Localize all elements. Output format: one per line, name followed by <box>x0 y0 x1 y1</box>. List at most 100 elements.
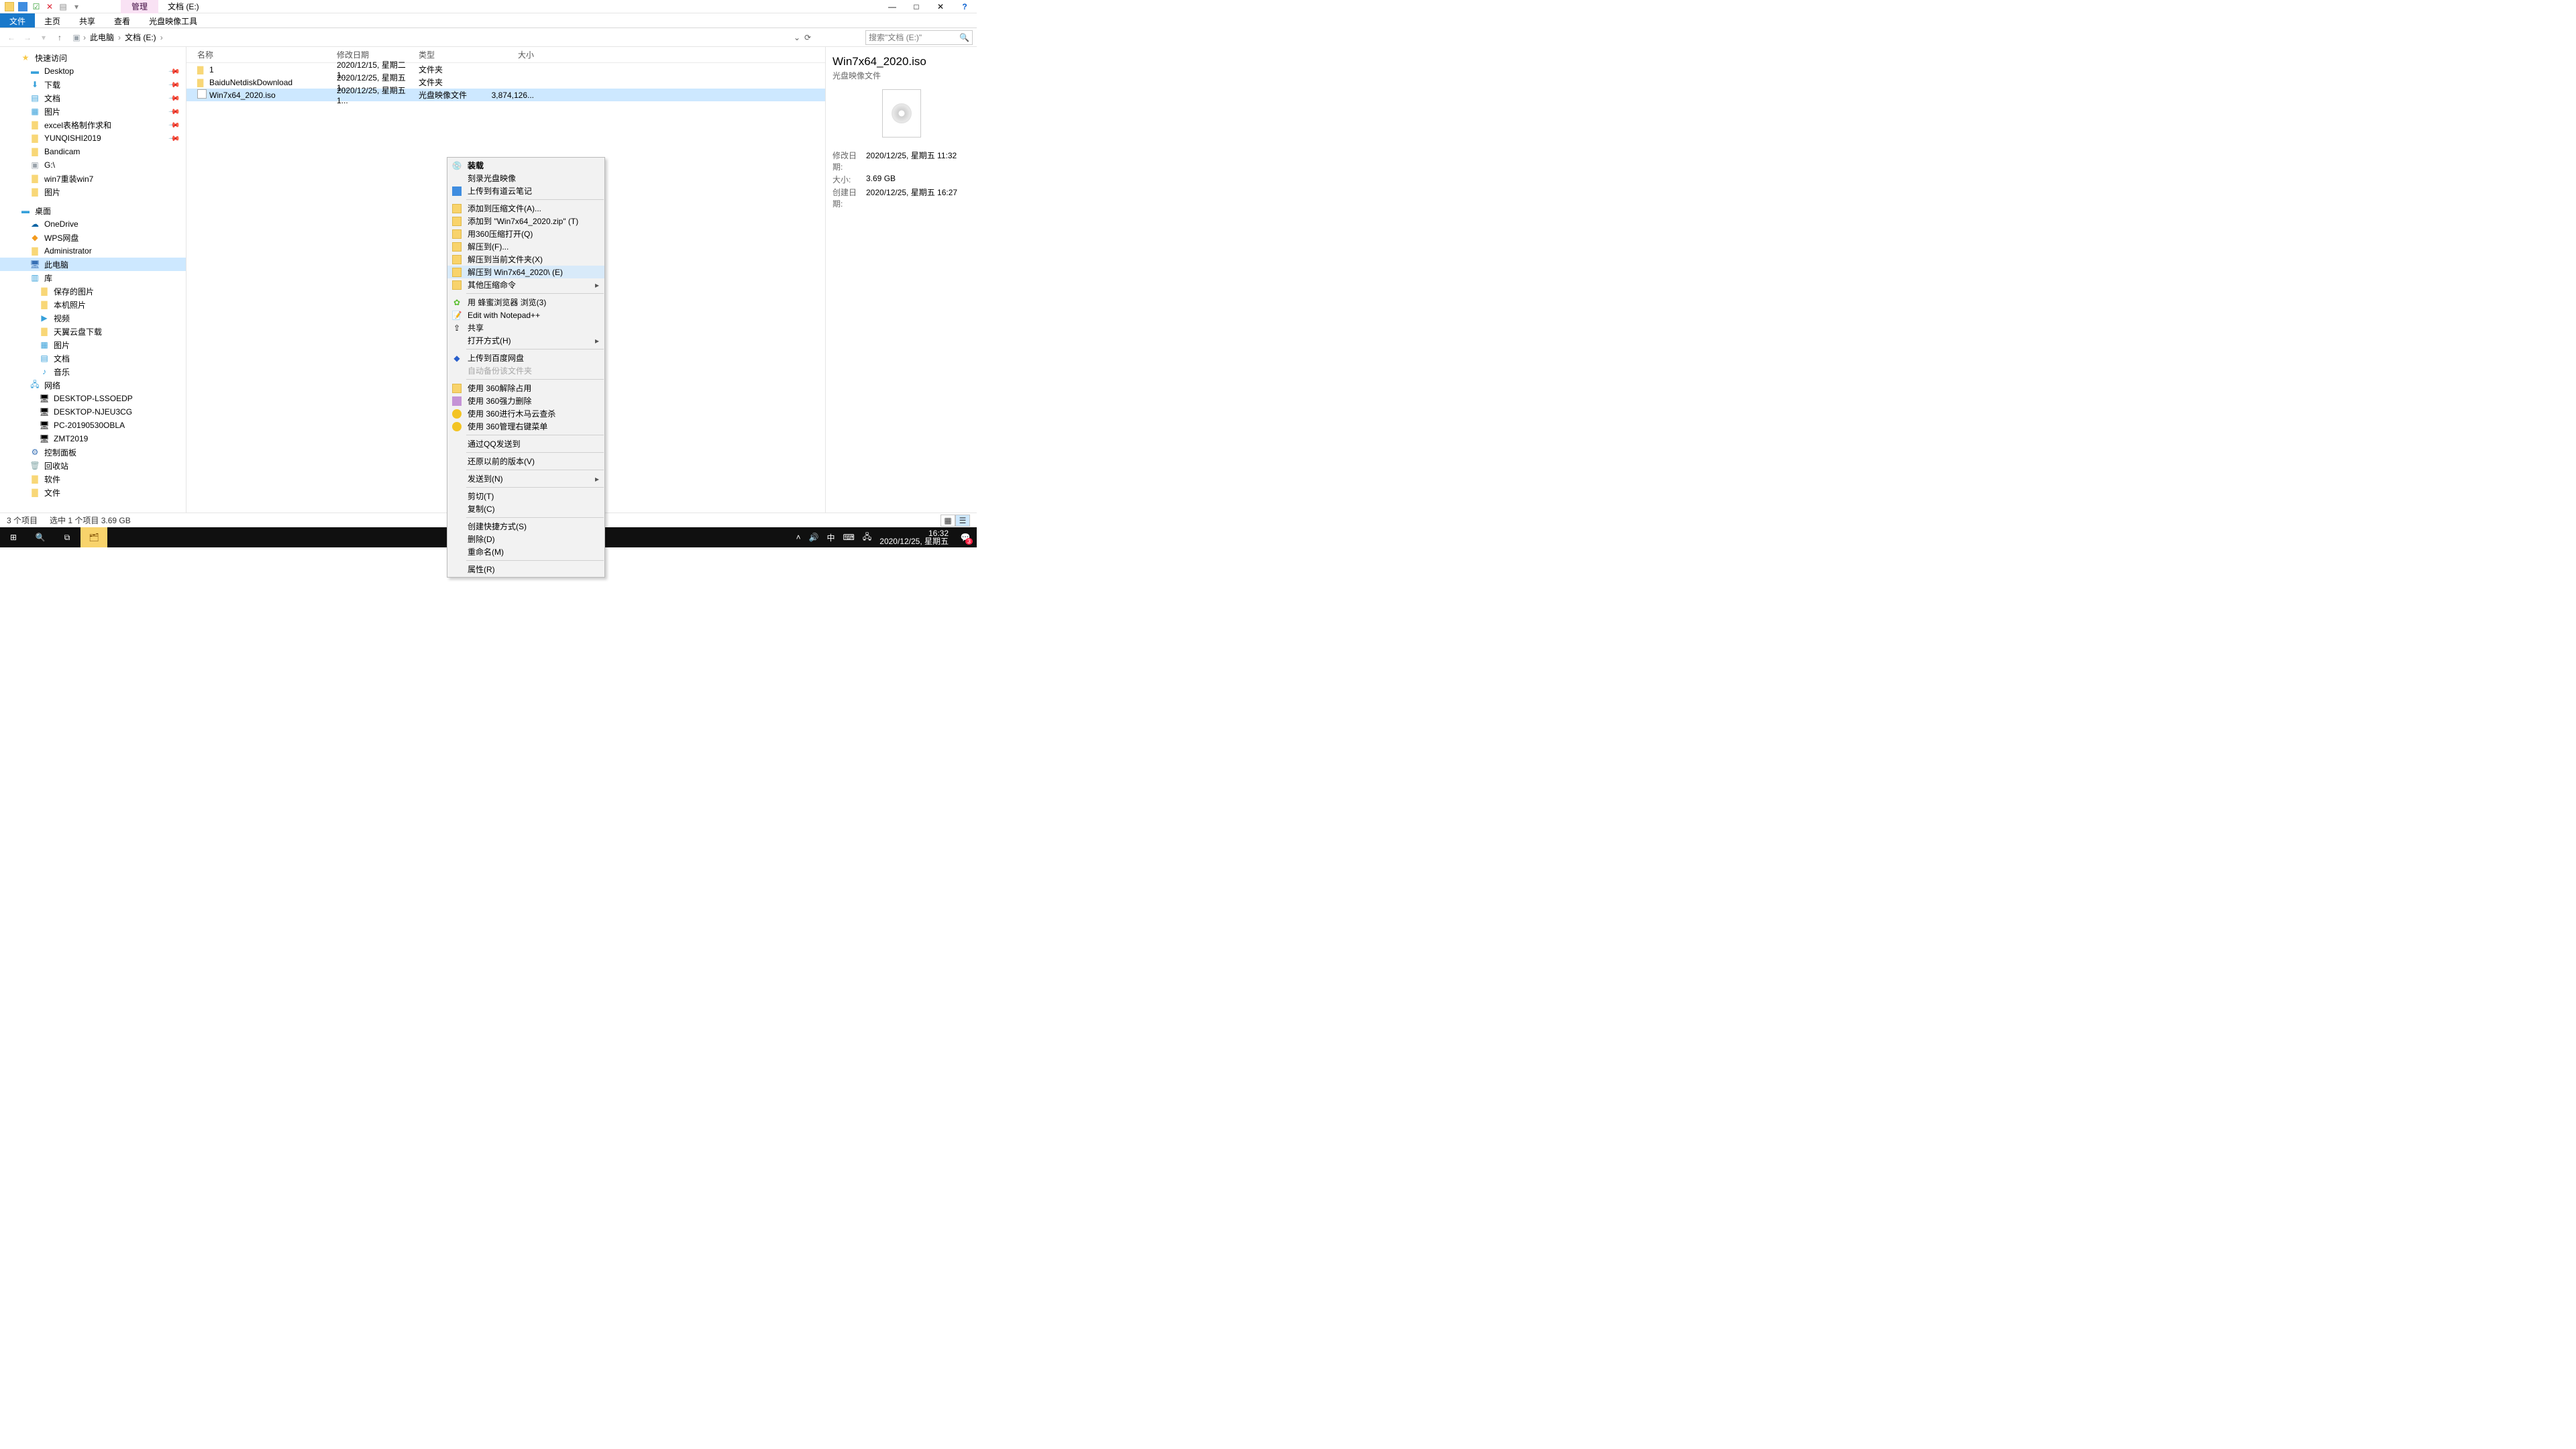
file-row-selected[interactable]: Win7x64_2020.iso 2020/12/25, 星期五 1... 光盘… <box>186 89 825 101</box>
qat-properties-icon[interactable]: ▤ <box>58 1 68 12</box>
tree-video[interactable]: ▶视频 <box>0 311 186 325</box>
ctx-rename[interactable]: 重命名(M) <box>447 545 604 558</box>
tree-network[interactable]: 🖧网络 <box>0 378 186 392</box>
col-type[interactable]: 类型 <box>419 49 487 60</box>
tray-chevron-icon[interactable]: ˄ <box>796 533 801 542</box>
close-button[interactable]: ✕ <box>928 0 953 13</box>
ctx-360-delete[interactable]: 使用 360强力删除 <box>447 394 604 407</box>
ctx-sendto[interactable]: 发送到(N)▸ <box>447 472 604 485</box>
tray-ime-icon[interactable]: 中 <box>827 532 835 543</box>
qat-checkbox-icon[interactable]: ☑ <box>31 1 42 12</box>
tree-soft[interactable]: ▇软件 <box>0 472 186 486</box>
tree-piclib[interactable]: ▦图片 <box>0 338 186 352</box>
ribbon-tab-home[interactable]: 主页 <box>35 13 70 28</box>
ctx-open-360[interactable]: 用360压缩打开(Q) <box>447 227 604 240</box>
forward-button[interactable]: → <box>20 30 35 45</box>
tree-quick-access[interactable]: ★快速访问 <box>0 51 186 64</box>
tree-pc1[interactable]: 🖥DESKTOP-LSSOEDP <box>0 392 186 405</box>
tray-ime2-icon[interactable]: ⌨ <box>843 533 855 542</box>
ctx-copy[interactable]: 复制(C) <box>447 502 604 515</box>
ctx-cut[interactable]: 剪切(T) <box>447 490 604 502</box>
ctx-add-zip[interactable]: 添加到 "Win7x64_2020.zip" (T) <box>447 215 604 227</box>
tree-download[interactable]: ⬇下载📌 <box>0 78 186 91</box>
tree-pics[interactable]: ▦图片📌 <box>0 105 186 118</box>
ctx-youdao[interactable]: 上传到有道云笔记 <box>447 184 604 197</box>
tree-files[interactable]: ▇文件 <box>0 486 186 499</box>
column-headers[interactable]: 名称 修改日期 类型 大小 <box>186 47 825 63</box>
history-dropdown[interactable]: ▾ <box>36 30 51 45</box>
tree-onedrive[interactable]: ☁OneDrive <box>0 217 186 231</box>
tree-gdrive[interactable]: ▣G:\ <box>0 158 186 172</box>
tree-pic2[interactable]: ▇图片 <box>0 185 186 199</box>
tree-camera[interactable]: ▇本机照片 <box>0 298 186 311</box>
tree-desktop-zh[interactable]: ▬桌面 <box>0 204 186 217</box>
minimize-button[interactable]: — <box>880 0 904 13</box>
search-button[interactable]: 🔍 <box>27 527 54 547</box>
ctx-openwith[interactable]: 打开方式(H)▸ <box>447 334 604 347</box>
ctx-delete[interactable]: 删除(D) <box>447 533 604 545</box>
tree-admin[interactable]: ▇Administrator <box>0 244 186 258</box>
tree-lib[interactable]: ▥库 <box>0 271 186 284</box>
qat-delete-icon[interactable]: ✕ <box>44 1 55 12</box>
tray-volume-icon[interactable]: 🔊 <box>809 533 819 542</box>
ribbon-tab-file[interactable]: 文件 <box>0 13 35 28</box>
ctx-properties[interactable]: 属性(R) <box>447 563 604 576</box>
ctx-bee-browser[interactable]: ✿用 蜂蜜浏览器 浏览(3) <box>447 296 604 309</box>
ctx-restore[interactable]: 还原以前的版本(V) <box>447 455 604 468</box>
ribbon-tab-disctools[interactable]: 光盘映像工具 <box>140 13 207 28</box>
file-row[interactable]: ▇ BaiduNetdiskDownload 2020/12/25, 星期五 1… <box>186 76 825 89</box>
search-icon[interactable]: 🔍 <box>959 33 969 42</box>
ctx-mount[interactable]: 💿装载 <box>447 159 604 172</box>
search-box[interactable]: 搜索"文档 (E:)" 🔍 <box>865 30 973 45</box>
file-rows[interactable]: ▇ 1 2020/12/15, 星期二 1... 文件夹 ▇ BaiduNetd… <box>186 63 825 513</box>
action-center-button[interactable]: 💬3 <box>957 529 974 546</box>
contextual-tab-manage[interactable]: 管理 <box>121 0 158 13</box>
breadcrumb-seg1[interactable]: 文档 (E:) <box>122 32 159 43</box>
qat-dropdown-icon[interactable]: ▾ <box>71 1 82 12</box>
ctx-360-unlock[interactable]: 使用 360解除占用 <box>447 382 604 394</box>
tree-bandicam[interactable]: ▇Bandicam <box>0 145 186 158</box>
ctx-360-manage[interactable]: 使用 360管理右键菜单 <box>447 420 604 433</box>
view-large-button[interactable]: ▦ <box>941 515 955 527</box>
taskview-button[interactable]: ⧉ <box>54 527 80 547</box>
ctx-other-archive[interactable]: 其他压缩命令▸ <box>447 278 604 291</box>
tree-cp[interactable]: ⚙控制面板 <box>0 445 186 459</box>
tree-savedpic[interactable]: ▇保存的图片 <box>0 284 186 298</box>
tray-network-icon[interactable]: 🖧 <box>863 531 871 545</box>
ctx-qq-send[interactable]: 通过QQ发送到 <box>447 437 604 450</box>
tree-recycle[interactable]: 🗑回收站 <box>0 459 186 472</box>
tree-pc4[interactable]: 🖥ZMT2019 <box>0 432 186 445</box>
ctx-share[interactable]: ⇪共享 <box>447 321 604 334</box>
address-dropdown-icon[interactable]: ⌄ <box>794 33 800 42</box>
file-row[interactable]: ▇ 1 2020/12/15, 星期二 1... 文件夹 <box>186 63 825 76</box>
start-button[interactable]: ⊞ <box>0 527 27 547</box>
tree-doclib[interactable]: ▤文档 <box>0 352 186 365</box>
tree-excel[interactable]: ▇excel表格制作求和📌 <box>0 118 186 131</box>
qat-pin-icon[interactable] <box>17 1 28 12</box>
up-button[interactable]: ↑ <box>52 30 67 45</box>
back-button[interactable]: ← <box>4 30 19 45</box>
breadcrumb-root[interactable]: 此电脑 <box>87 32 117 43</box>
tree-pc3[interactable]: 🖥PC-20190530OBLA <box>0 419 186 432</box>
refresh-icon[interactable]: ⟳ <box>804 33 811 42</box>
col-name[interactable]: 名称 <box>197 49 337 60</box>
ctx-shortcut[interactable]: 创建快捷方式(S) <box>447 520 604 533</box>
ctx-360-scan[interactable]: 使用 360进行木马云查杀 <box>447 407 604 420</box>
tree-musiclib[interactable]: ♪音乐 <box>0 365 186 378</box>
tree-docs[interactable]: ▤文档📌 <box>0 91 186 105</box>
view-details-button[interactable]: ☰ <box>955 515 970 527</box>
help-button[interactable]: ? <box>953 0 977 13</box>
tree-thispc[interactable]: 🖥此电脑 <box>0 258 186 271</box>
col-size[interactable]: 大小 <box>487 49 534 60</box>
taskbar-clock[interactable]: 16:32 2020/12/25, 星期五 <box>879 529 949 545</box>
tree-win7re[interactable]: ▇win7重装win7 <box>0 172 186 185</box>
tree-pc2[interactable]: 🖥DESKTOP-NJEU3CG <box>0 405 186 419</box>
ribbon-tab-share[interactable]: 共享 <box>70 13 105 28</box>
tree-tianyi[interactable]: ▇天翼云盘下载 <box>0 325 186 338</box>
ribbon-tab-view[interactable]: 查看 <box>105 13 140 28</box>
address-bar[interactable]: ▣ › 此电脑 › 文档 (E:) › <box>68 30 739 45</box>
ctx-extract-folder[interactable]: 解压到 Win7x64_2020\ (E) <box>447 266 604 278</box>
tree-yunqishi[interactable]: ▇YUNQISHI2019📌 <box>0 131 186 145</box>
ctx-baidu[interactable]: ◆上传到百度网盘 <box>447 352 604 364</box>
tree-wps[interactable]: ◆WPS网盘 <box>0 231 186 244</box>
